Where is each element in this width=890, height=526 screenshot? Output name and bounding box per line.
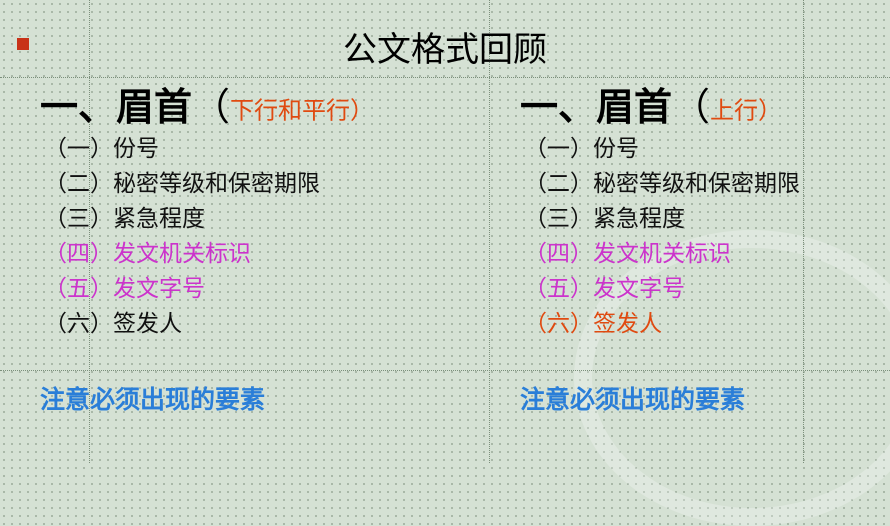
left-column: 一、眉首（下行和平行） （一）份号 （二）秘密等级和保密期限 （三）紧急程度 （… [40,82,440,342]
left-item-2: （二）秘密等级和保密期限 [44,171,320,197]
grid-line [0,77,890,78]
grid-line [0,370,890,371]
right-heading-close: ） [758,96,783,125]
right-item-6: （六）签发人 [524,311,662,337]
left-heading: 一、眉首（下行和平行） [40,82,440,132]
slide-title: 公文格式回顾 [343,30,547,70]
left-heading-open: （ [192,85,231,129]
right-item-5: （五）发文字号 [524,276,685,302]
left-heading-close: ） [350,96,375,125]
right-column: 一、眉首（上行） （一）份号 （二）秘密等级和保密期限 （三）紧急程度 （四）发… [520,82,890,342]
right-notice: 注意必须出现的要素 [520,385,746,414]
right-item-4: （四）发文机关标识 [524,241,731,267]
left-item-6: （六）签发人 [44,311,182,337]
right-heading: 一、眉首（上行） [520,82,890,132]
right-heading-note: 上行 [710,96,759,125]
left-item-5: （五）发文字号 [44,276,205,302]
left-notice: 注意必须出现的要素 [40,385,266,414]
left-item-1: （一）份号 [44,136,159,162]
right-heading-open: （ [672,85,711,129]
right-heading-main: 一、眉首 [520,84,673,129]
right-item-1: （一）份号 [524,136,639,162]
right-item-2: （二）秘密等级和保密期限 [524,171,800,197]
left-item-3: （三）紧急程度 [44,206,205,232]
left-heading-note: 下行和平行 [230,96,351,125]
right-item-3: （三）紧急程度 [524,206,685,232]
left-heading-main: 一、眉首 [40,84,193,129]
left-item-4: （四）发文机关标识 [44,241,251,267]
